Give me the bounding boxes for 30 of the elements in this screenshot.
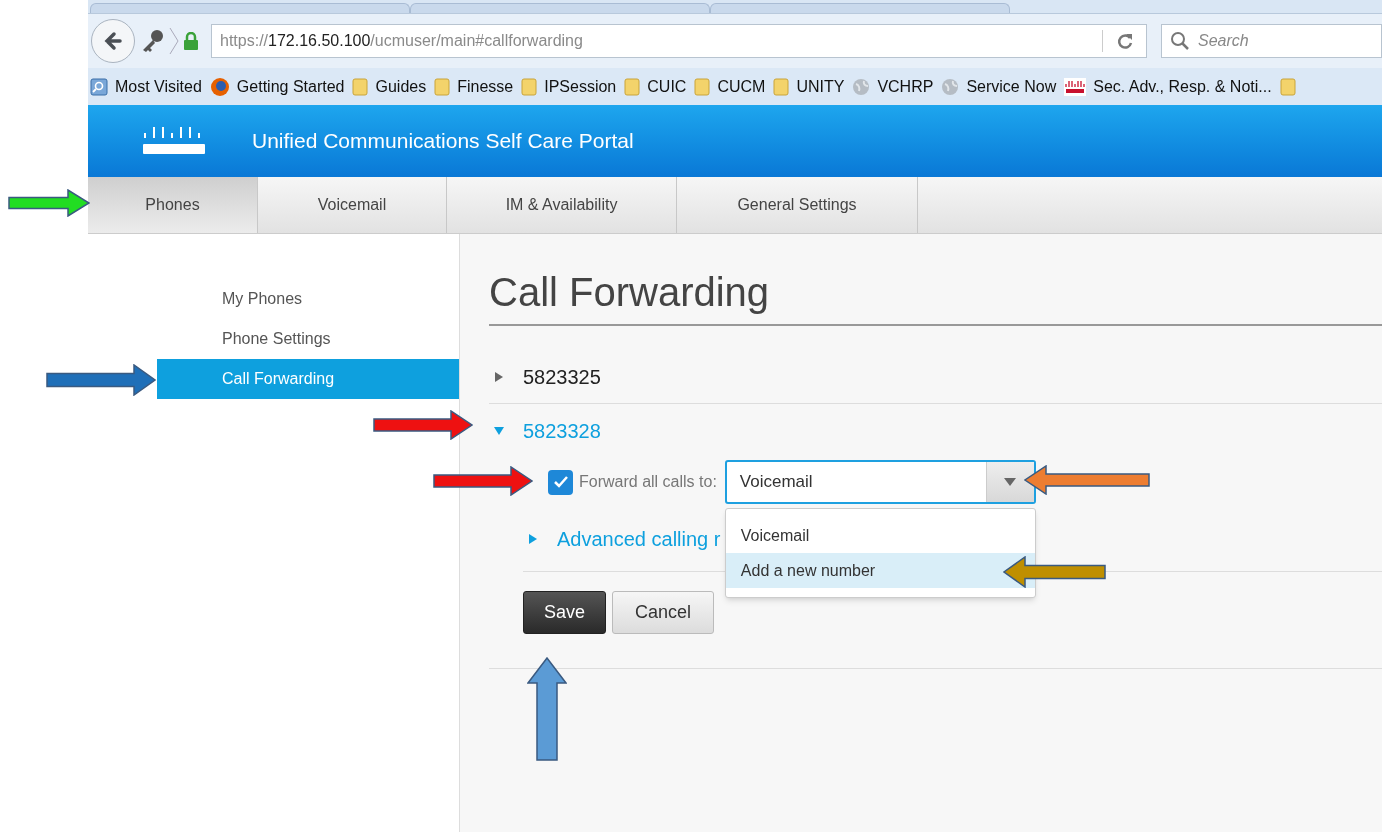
bookmark-item[interactable]: UNITY (773, 74, 845, 99)
bookmark-item[interactable]: CUIC (624, 74, 687, 99)
bookmark-item[interactable]: Getting Started (209, 74, 345, 99)
nav-tab[interactable]: Voicemail (258, 177, 447, 233)
forward-label: Forward all calls to: (579, 472, 717, 492)
bookmark-item[interactable]: IPSession (521, 74, 617, 99)
bookmark-item[interactable]: Finesse (434, 74, 514, 99)
search-input[interactable]: Search (1198, 29, 1348, 53)
dropdown-option[interactable]: Add a new number (725, 553, 1035, 588)
bookmark-item[interactable]: Most Visited (90, 74, 202, 99)
bookmark-item[interactable]: CUCM (694, 74, 766, 99)
sidebar-item[interactable]: Phone Settings (157, 319, 459, 359)
dropdown-option[interactable]: Voicemail (725, 518, 1035, 553)
nav-tab[interactable]: Phones (88, 177, 258, 233)
nav-tab[interactable]: General Settings (677, 177, 918, 233)
cancel-button[interactable]: Cancel (612, 591, 715, 634)
bookmark-item[interactable]: Service Now (941, 74, 1057, 99)
nav-tab[interactable]: IM & Availability (447, 177, 677, 233)
sidebar-item[interactable]: My Phones (157, 279, 459, 319)
search-field[interactable]: Search (1161, 24, 1382, 58)
portal-title: Unified Communications Self Care Portal (252, 128, 634, 155)
bookmark-item[interactable]: Sec. Adv., Resp. & Noti... (1064, 74, 1272, 99)
bookmark-item[interactable]: Guides (352, 74, 427, 99)
url-text: https://172.16.50.100/ucmuser/main#callforwarding (220, 31, 584, 51)
save-button[interactable]: Save (523, 591, 607, 634)
line-number[interactable]: 5823325 (523, 361, 601, 392)
forward-select[interactable]: Voicemail (724, 460, 1036, 504)
page-title: Call Forwarding (489, 268, 1382, 326)
address-bar[interactable]: https://172.16.50.100/ucmuser/main#callforwarding (211, 24, 1147, 58)
bookmark-item[interactable]: VCHRP (852, 74, 934, 99)
